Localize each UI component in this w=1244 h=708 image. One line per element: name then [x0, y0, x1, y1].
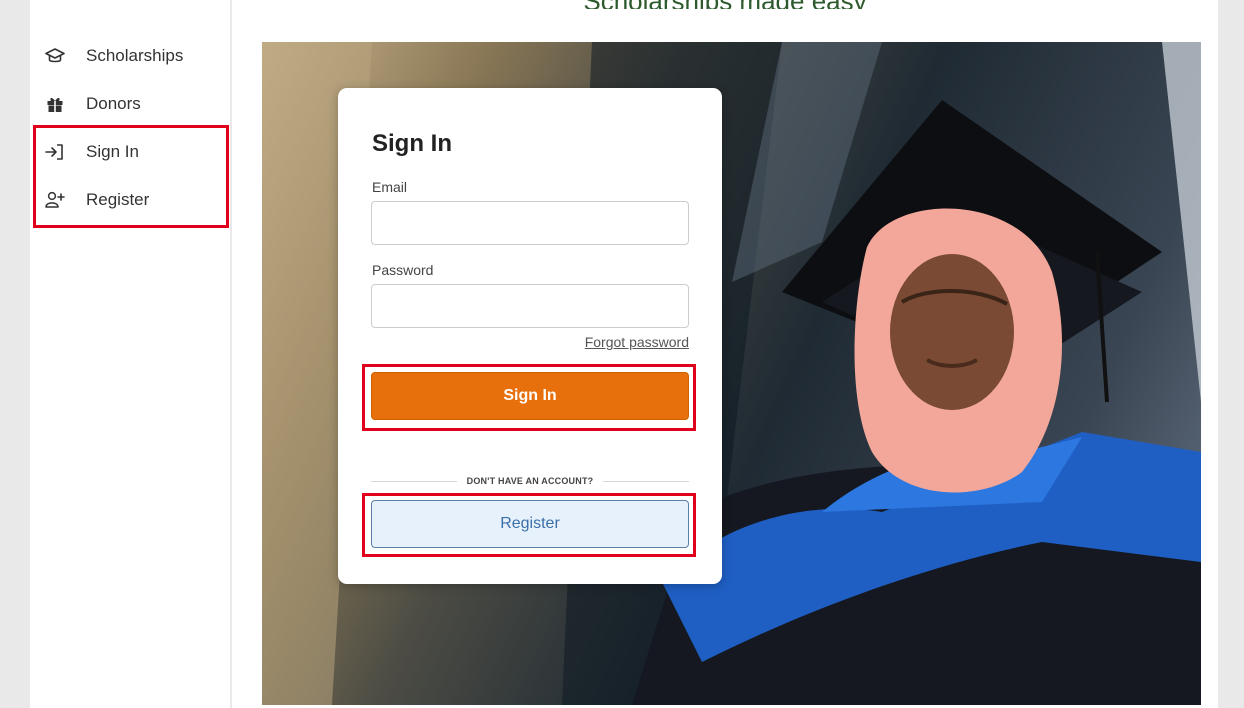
sidebar-item-label: Register	[86, 190, 150, 209]
sidebar: Scholarships Donors Sign In Register	[30, 0, 230, 708]
sidebar-item-donors[interactable]: Donors	[44, 88, 141, 120]
card-title: Sign In	[372, 130, 452, 157]
sidebar-item-label: Sign In	[86, 142, 139, 161]
gift-icon	[44, 93, 66, 115]
account-divider: DON'T HAVE AN ACCOUNT?	[371, 474, 690, 488]
sidebar-item-label: Scholarships	[86, 46, 184, 65]
email-label: Email	[372, 179, 408, 195]
page-header-title: Scholarships made easy	[232, 0, 1218, 9]
email-field[interactable]	[371, 201, 689, 245]
sign-in-button[interactable]: Sign In	[371, 372, 689, 420]
sign-in-icon	[44, 141, 66, 163]
user-plus-icon	[44, 189, 66, 211]
sidebar-item-register[interactable]: Register	[44, 184, 149, 216]
divider-line-right	[603, 480, 690, 482]
divider-line-left	[371, 480, 457, 482]
password-field[interactable]	[371, 284, 689, 328]
sign-in-card: Sign In Email Password Forgot password S…	[338, 88, 722, 584]
sidebar-item-scholarships[interactable]: Scholarships	[44, 40, 183, 72]
sidebar-item-label: Donors	[86, 94, 141, 113]
password-label: Password	[372, 262, 434, 278]
divider-text: DON'T HAVE AN ACCOUNT?	[466, 476, 594, 486]
sidebar-item-sign-in[interactable]: Sign In	[44, 136, 139, 168]
forgot-password-link[interactable]: Forgot password	[585, 334, 689, 350]
graduation-cap-icon	[44, 45, 66, 67]
register-button[interactable]: Register	[371, 500, 689, 548]
